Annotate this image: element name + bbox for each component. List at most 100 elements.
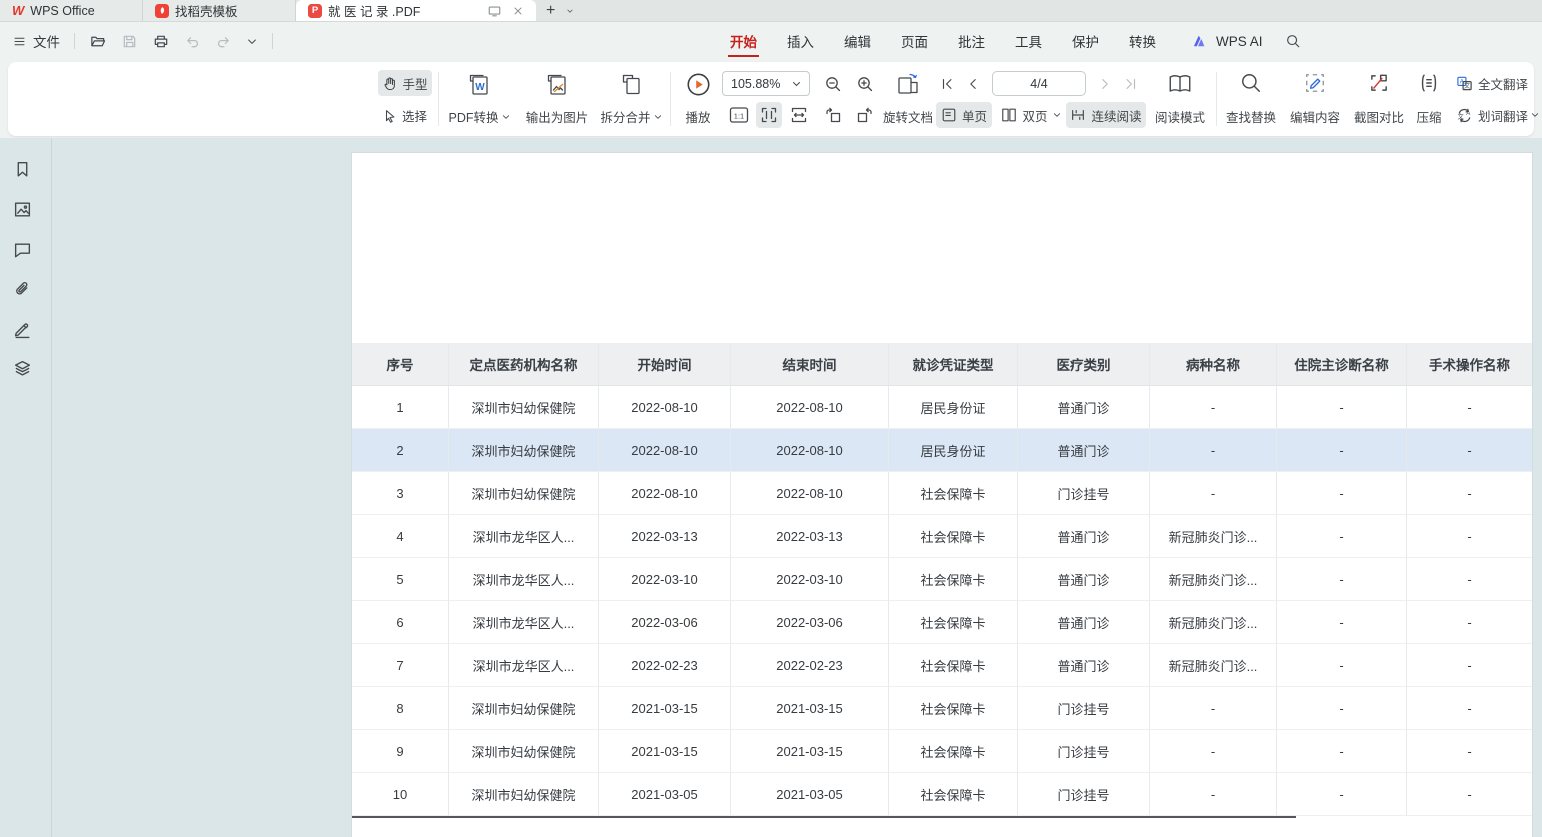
- signature-pen-icon[interactable]: [13, 319, 32, 339]
- new-tab-plus-icon[interactable]: +: [546, 3, 555, 19]
- zoom-in-button[interactable]: [852, 72, 878, 96]
- read-mode-button[interactable]: 阅读模式: [1150, 69, 1210, 129]
- bookmark-icon[interactable]: [13, 160, 32, 179]
- zoom-out-button[interactable]: [820, 72, 846, 96]
- cell: -: [1277, 601, 1407, 644]
- split-merge-label: 拆分合并: [600, 107, 661, 126]
- find-replace-button[interactable]: 查找替换: [1220, 69, 1282, 129]
- undo-button[interactable]: [184, 34, 201, 49]
- cell: -: [1150, 730, 1277, 773]
- cell: 新冠肺炎门诊...: [1150, 515, 1277, 558]
- pdf-page[interactable]: 序号定点医药机构名称开始时间结束时间就诊凭证类型医疗类别病种名称住院主诊断名称手…: [352, 153, 1532, 837]
- rotate-left-button[interactable]: [820, 102, 846, 128]
- column-header: 病种名称: [1150, 343, 1277, 386]
- cell: 社会保障卡: [889, 472, 1018, 515]
- full-translate-button[interactable]: A 文 全文翻译: [1456, 70, 1542, 96]
- cell: 新冠肺炎门诊...: [1150, 601, 1277, 644]
- split-merge-button[interactable]: 拆分合并: [592, 69, 670, 129]
- edit-content-button[interactable]: 编辑内容: [1284, 69, 1346, 129]
- cell: -: [1277, 730, 1407, 773]
- export-image-button[interactable]: 输出为图片: [514, 69, 600, 129]
- chevron-down-icon: [1053, 112, 1061, 118]
- menu-tab-2[interactable]: 编辑: [842, 23, 873, 59]
- file-menu-button[interactable]: 文件: [12, 31, 60, 51]
- cell: -: [1277, 558, 1407, 601]
- menu-tab-1[interactable]: 插入: [785, 23, 816, 59]
- wps-ai-button[interactable]: WPS AI: [1216, 34, 1263, 49]
- monitor-icon[interactable]: [487, 4, 502, 18]
- cell: -: [1407, 687, 1532, 730]
- compress-button[interactable]: 压缩: [1406, 69, 1452, 129]
- cell: 2: [352, 429, 449, 472]
- save-button[interactable]: [121, 33, 138, 50]
- actual-size-button[interactable]: 1:1: [726, 102, 752, 128]
- cell: 深圳市妇幼保健院: [449, 429, 599, 472]
- menu-tab-4[interactable]: 批注: [956, 23, 987, 59]
- save-icon: [121, 33, 138, 50]
- cell: 门诊挂号: [1018, 687, 1150, 730]
- print-button[interactable]: [152, 33, 170, 50]
- quickbar-chevron-icon[interactable]: [246, 37, 258, 46]
- cell: 社会保障卡: [889, 773, 1018, 816]
- play-button[interactable]: 播放: [672, 69, 724, 129]
- cell: 社会保障卡: [889, 730, 1018, 773]
- close-icon[interactable]: [512, 5, 524, 17]
- menu-search-icon[interactable]: [1285, 33, 1301, 49]
- book-icon: [1167, 72, 1193, 96]
- continuous-read-button[interactable]: 连续阅读: [1066, 102, 1146, 128]
- cell: 2022-08-10: [731, 472, 889, 515]
- double-page-button[interactable]: 双页: [998, 102, 1064, 128]
- tab-wps-office[interactable]: W WPS Office: [0, 0, 143, 21]
- pdf-convert-button[interactable]: W PDF转换: [440, 69, 518, 129]
- paperclip-icon[interactable]: [13, 280, 32, 299]
- table-row: 4深圳市龙华区人...2022-03-132022-03-13社会保障卡普通门诊…: [352, 515, 1532, 558]
- last-page-button[interactable]: [1120, 72, 1142, 96]
- menu-tab-6[interactable]: 保护: [1070, 23, 1101, 59]
- screenshot-compare-button[interactable]: 截图对比: [1348, 69, 1410, 129]
- menu-tab-0[interactable]: 开始: [728, 23, 759, 59]
- rotate-right-button[interactable]: [852, 102, 878, 128]
- previous-page-button[interactable]: [962, 72, 984, 96]
- cell: 普通门诊: [1018, 429, 1150, 472]
- tab-document[interactable]: P 就 医 记 录 .PDF: [296, 0, 536, 21]
- single-page-button[interactable]: 单页: [936, 102, 992, 128]
- menu-items: 开始插入编辑页面批注工具保护转换: [728, 22, 1158, 60]
- full-translate-icon: A 文: [1456, 75, 1473, 92]
- cell: 2022-08-10: [599, 386, 731, 429]
- hand-tool-button[interactable]: 手型: [378, 70, 432, 96]
- split-merge-icon: [619, 72, 643, 98]
- tab-list-chevron-icon[interactable]: [565, 7, 575, 15]
- word-translate-button[interactable]: 文 A 划词翻译: [1456, 102, 1542, 128]
- menu-tab-7[interactable]: 转换: [1127, 23, 1158, 59]
- compress-icon: [1418, 72, 1440, 94]
- edit-content-label: 编辑内容: [1290, 107, 1340, 126]
- column-header: 序号: [352, 343, 449, 386]
- comment-icon[interactable]: [13, 241, 32, 259]
- cell: 深圳市妇幼保健院: [449, 773, 599, 816]
- medical-records-table: 序号定点医药机构名称开始时间结束时间就诊凭证类型医疗类别病种名称住院主诊断名称手…: [352, 343, 1532, 816]
- template-doc-icon: [155, 4, 169, 18]
- chevron-down-icon: [654, 114, 662, 120]
- tab-label: 就 医 记 录 .PDF: [328, 1, 420, 20]
- tab-template-store[interactable]: 找稻壳模板: [143, 0, 296, 21]
- first-page-button[interactable]: [936, 72, 958, 96]
- image-icon[interactable]: [13, 200, 32, 219]
- table-row: 2深圳市妇幼保健院2022-08-102022-08-10居民身份证普通门诊--…: [352, 429, 1532, 472]
- fit-width-icon: [790, 106, 808, 124]
- redo-button[interactable]: [215, 34, 232, 49]
- fit-width-button[interactable]: [786, 102, 812, 128]
- layers-icon[interactable]: [13, 359, 32, 378]
- zoom-level-dropdown[interactable]: 105.88%: [722, 71, 810, 96]
- rotate-document-label: 旋转文档: [883, 107, 933, 126]
- cell: -: [1277, 386, 1407, 429]
- cell: -: [1150, 429, 1277, 472]
- rotate-document-button[interactable]: 旋转文档: [876, 69, 940, 129]
- export-image-label: 输出为图片: [526, 107, 589, 126]
- fit-page-button[interactable]: [756, 102, 782, 128]
- next-page-button[interactable]: [1094, 72, 1116, 96]
- menu-tab-5[interactable]: 工具: [1013, 23, 1044, 59]
- menu-tab-3[interactable]: 页面: [899, 23, 930, 59]
- page-number-input[interactable]: [992, 71, 1086, 96]
- select-tool-button[interactable]: 选择: [378, 102, 432, 128]
- open-file-button[interactable]: [89, 33, 107, 50]
